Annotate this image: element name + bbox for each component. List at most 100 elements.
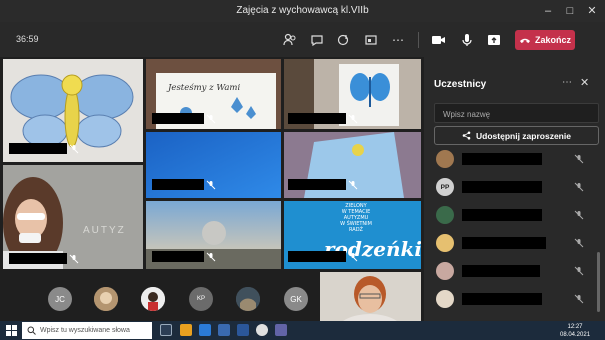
participant-name-redacted: [462, 181, 542, 193]
name-label-redacted: [9, 143, 67, 154]
more-actions-button[interactable]: ⋯: [389, 31, 407, 49]
video-stage: Jesteśmy z Wami AUTYZ ZIELONY W TEMACIE …: [0, 57, 424, 327]
name-label-redacted: [152, 251, 204, 262]
panel-more-button[interactable]: ⋯: [562, 77, 572, 88]
file-explorer-icon[interactable]: [180, 324, 192, 336]
share-screen-button[interactable]: [485, 31, 503, 49]
participant-row[interactable]: [424, 229, 596, 257]
participant-name-redacted: [462, 265, 540, 277]
meeting-timer: 36:59: [16, 34, 39, 44]
store-icon[interactable]: [218, 324, 230, 336]
chat-icon: [311, 35, 323, 47]
name-label-redacted: [288, 113, 346, 124]
windows-start-icon[interactable]: [6, 325, 17, 336]
chrome-icon[interactable]: [256, 324, 268, 336]
muted-mic-icon: [574, 238, 584, 248]
search-icon: [27, 326, 36, 335]
window-title: Zajęcia z wychowawcą kl.VIIb: [236, 5, 369, 16]
muted-mic-icon: [206, 180, 216, 190]
name-label-redacted: [152, 113, 204, 124]
muted-mic-icon: [206, 252, 216, 262]
avatar-photo: [141, 287, 165, 311]
panel-scrollbar[interactable]: [597, 252, 600, 312]
muted-mic-icon: [348, 114, 358, 124]
share-icon: [462, 131, 471, 140]
participants-button[interactable]: [281, 31, 299, 49]
video-tile[interactable]: [146, 132, 281, 198]
participant-avatar: [436, 290, 454, 308]
video-tile[interactable]: [284, 132, 421, 198]
leave-button[interactable]: Zakończ: [515, 30, 575, 50]
participant-avatar[interactable]: [141, 287, 165, 311]
chat-button[interactable]: [308, 31, 326, 49]
reactions-button[interactable]: [335, 31, 353, 49]
task-view-icon[interactable]: [160, 324, 172, 336]
taskbar-clock[interactable]: 12:27 08.04.2021: [560, 323, 590, 339]
maximize-button[interactable]: □: [562, 3, 578, 19]
muted-mic-icon: [348, 180, 358, 190]
participant-avatar[interactable]: KP: [189, 287, 213, 311]
window-titlebar: Zajęcia z wychowawcą kl.VIIb – □ ✕: [0, 0, 605, 22]
poster-line: RADŹ: [349, 227, 363, 233]
video-tile[interactable]: ZIELONY W TEMACIE AUTYZMU W ŚWIETNIM RAD…: [284, 201, 421, 269]
participant-name-redacted: [462, 293, 542, 305]
edge-icon[interactable]: [199, 324, 211, 336]
camera-button[interactable]: [430, 31, 448, 49]
avatar-photo: [236, 287, 260, 311]
rooms-button[interactable]: [362, 31, 380, 49]
muted-mic-icon: [206, 114, 216, 124]
video-tile[interactable]: [3, 59, 143, 162]
more-icon: ⋯: [392, 33, 404, 47]
clock-date: 08.04.2021: [560, 332, 591, 338]
sign-card-text: Jesteśmy z Wami: [168, 83, 241, 93]
participant-row[interactable]: [424, 285, 596, 313]
avatar-initials: PP: [440, 183, 450, 191]
muted-mic-icon: [69, 254, 79, 264]
participant-search[interactable]: [434, 103, 599, 124]
participant-list: PP: [424, 149, 605, 327]
participant-avatar: [436, 262, 454, 280]
microphone-icon: [462, 34, 472, 46]
avatar-initials: KP: [196, 296, 205, 302]
avatar-initials: JC: [55, 294, 65, 304]
self-view-tile[interactable]: [320, 272, 421, 327]
video-tile[interactable]: AUTYZ: [3, 165, 143, 269]
participant-avatar: [436, 150, 454, 168]
video-tile[interactable]: [146, 201, 281, 269]
participant-row[interactable]: [424, 149, 596, 173]
participant-name-redacted: [462, 237, 546, 249]
word-icon[interactable]: [237, 324, 249, 336]
participant-row[interactable]: [424, 257, 596, 285]
taskbar-search[interactable]: Wpisz tu wyszukiwane słowa: [22, 322, 152, 339]
poster-caption: ZIELONY W TEMACIE AUTYZMU W ŚWIETNIM RAD…: [326, 203, 386, 233]
muted-mic-icon: [574, 154, 584, 164]
share-invite-button[interactable]: Udostępnij zaproszenie: [434, 126, 599, 145]
panel-title: Uczestnicy: [434, 79, 487, 90]
muted-mic-icon: [574, 294, 584, 304]
muted-mic-icon: [574, 182, 584, 192]
muted-mic-icon: [574, 210, 584, 220]
participant-search-input[interactable]: [435, 105, 598, 124]
microphone-button[interactable]: [458, 31, 476, 49]
panel-close-button[interactable]: ✕: [580, 76, 589, 89]
teams-icon[interactable]: [275, 324, 287, 336]
share-invite-label: Udostępnij zaproszenie: [476, 130, 571, 141]
participant-avatar[interactable]: [236, 287, 260, 311]
name-label-redacted: [152, 179, 204, 190]
camera-icon: [432, 36, 445, 44]
minimize-button[interactable]: –: [540, 3, 556, 19]
participant-row[interactable]: PP: [424, 173, 596, 201]
name-label-redacted: [288, 179, 346, 190]
video-tile[interactable]: Jesteśmy z Wami: [146, 59, 281, 129]
close-window-button[interactable]: ✕: [584, 3, 600, 19]
leave-label: Zakończ: [534, 35, 571, 45]
participant-avatar[interactable]: [94, 287, 118, 311]
breakout-rooms-icon: [365, 35, 377, 45]
close-icon: ✕: [580, 77, 590, 89]
participant-avatar[interactable]: JC: [48, 287, 72, 311]
participant-avatar[interactable]: GK: [284, 287, 308, 311]
hang-up-icon: [519, 38, 530, 43]
avatar-initials: GK: [290, 294, 302, 304]
video-tile[interactable]: [284, 59, 421, 129]
participant-row[interactable]: [424, 201, 596, 229]
